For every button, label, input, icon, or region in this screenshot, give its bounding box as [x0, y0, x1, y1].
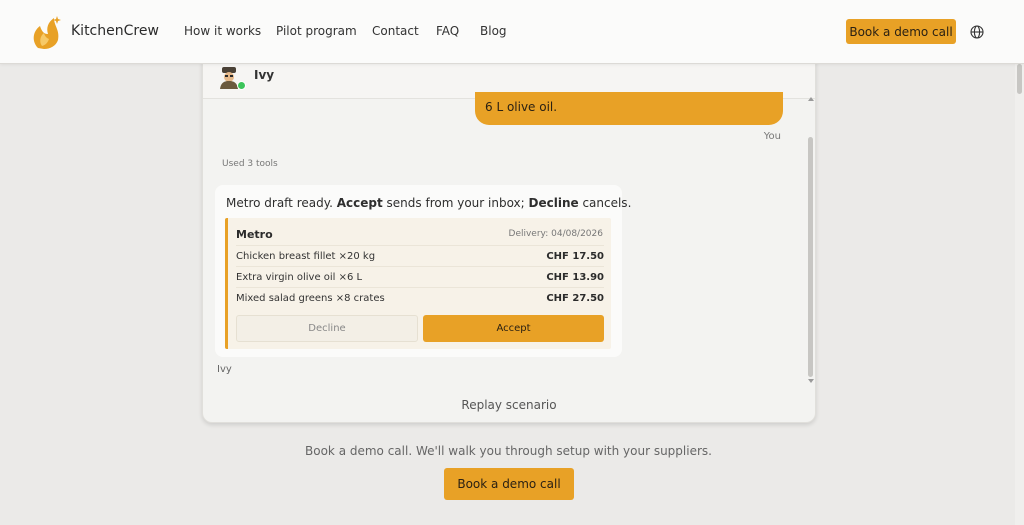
chef-logo-icon[interactable]: [30, 14, 62, 50]
order-line-price: CHF 17.50: [546, 251, 604, 262]
footer-demo-button[interactable]: Book a demo call: [444, 468, 574, 500]
chat-agent-name: Ivy: [254, 68, 275, 82]
order-line-name: Mixed salad greens ×8 crates: [236, 293, 385, 304]
order-line: Mixed salad greens ×8 crates CHF 27.50: [236, 287, 604, 308]
agent-message-text: Metro draft ready. Accept sends from you…: [226, 196, 632, 210]
user-message-text: 6 L olive oil.: [485, 100, 558, 114]
supplier-name: Metro: [236, 228, 273, 241]
user-message-bubble: 6 L olive oil.: [475, 92, 783, 125]
tools-used-label[interactable]: Used 3 tools: [222, 159, 278, 169]
brand-name[interactable]: KitchenCrew: [71, 23, 159, 39]
site-header: KitchenCrew How it works Pilot program C…: [0, 0, 1024, 64]
replay-scenario-button[interactable]: Replay scenario: [203, 398, 815, 412]
online-status-dot: [237, 81, 246, 90]
delivery-date: Delivery: 04/08/2026: [508, 229, 603, 239]
page-scroll-thumb[interactable]: [1017, 64, 1022, 94]
nav-pilot-program[interactable]: Pilot program: [276, 24, 357, 38]
nav-faq[interactable]: FAQ: [436, 24, 459, 38]
header-demo-button[interactable]: Book a demo call: [846, 19, 956, 44]
scroll-up-arrow-icon[interactable]: [808, 97, 814, 101]
accept-button[interactable]: Accept: [423, 315, 604, 342]
order-line-name: Chicken breast fillet ×20 kg: [236, 251, 376, 262]
agent-message-bubble: Metro draft ready. Accept sends from you…: [215, 185, 631, 357]
decline-button[interactable]: Decline: [236, 315, 418, 342]
footer-text: Book a demo call. We'll walk you through…: [305, 444, 712, 458]
nav-contact[interactable]: Contact: [372, 24, 419, 38]
scroll-thumb[interactable]: [808, 137, 813, 377]
order-line: Chicken breast fillet ×20 kg CHF 17.50: [236, 245, 604, 266]
nav-how-it-works[interactable]: How it works: [184, 24, 261, 38]
scroll-down-arrow-icon[interactable]: [808, 379, 814, 383]
order-draft-card: Metro Delivery: 04/08/2026 Chicken breas…: [225, 218, 611, 349]
agent-label: Ivy: [217, 364, 232, 375]
order-line-price: CHF 13.90: [546, 272, 604, 283]
user-label: You: [763, 131, 781, 142]
chat-scrollbar[interactable]: [807, 97, 815, 383]
globe-icon[interactable]: [970, 25, 984, 39]
chat-window: Ivy 6 L olive oil. You Used 3 tools Metr…: [202, 40, 816, 423]
nav-blog[interactable]: Blog: [480, 24, 507, 38]
order-line-name: Extra virgin olive oil ×6 L: [236, 272, 363, 283]
order-line-price: CHF 27.50: [546, 293, 604, 304]
order-line: Extra virgin olive oil ×6 L CHF 13.90: [236, 266, 604, 287]
